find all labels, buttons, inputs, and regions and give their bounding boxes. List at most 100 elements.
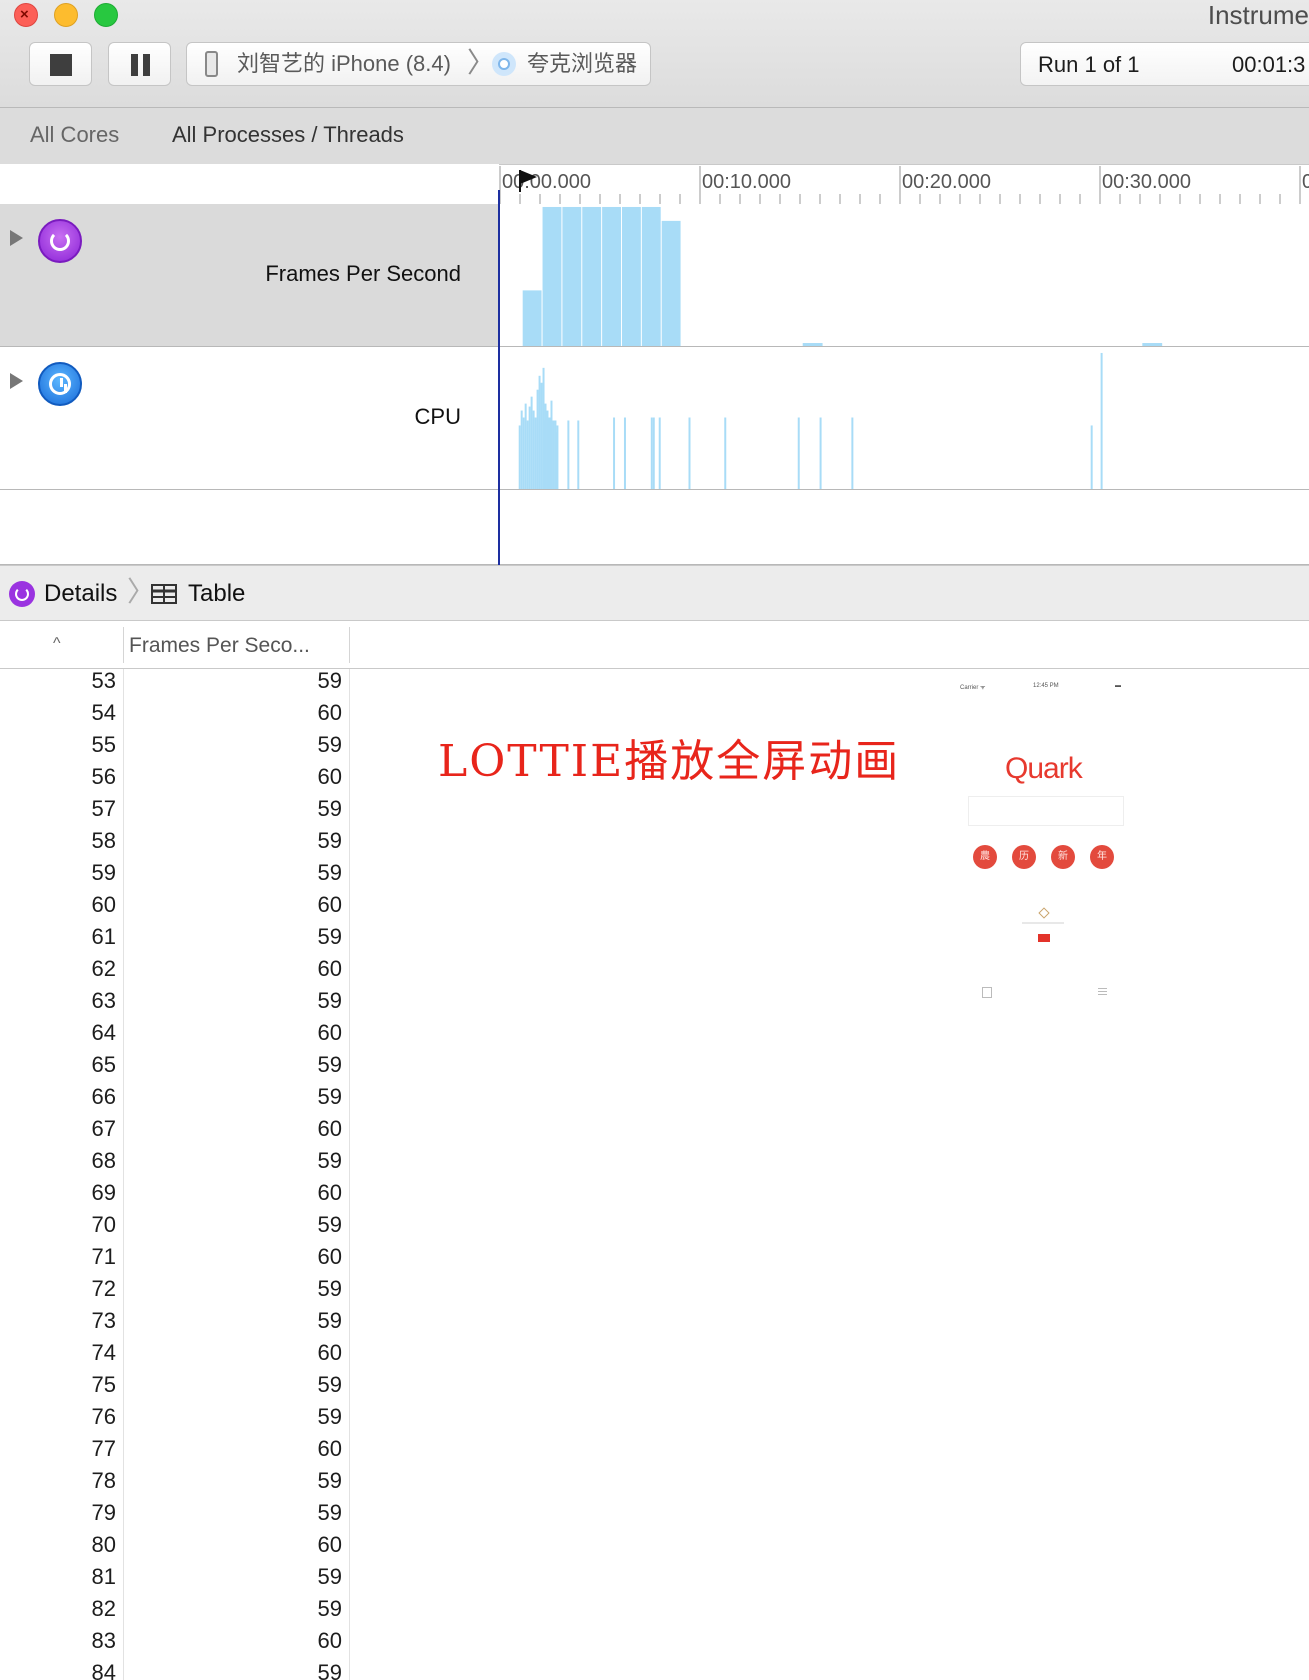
table-row[interactable]: 68 59 xyxy=(0,1149,349,1181)
row-index: 82 xyxy=(91,1596,116,1621)
cpu-sample xyxy=(534,417,537,489)
cpu-sample xyxy=(577,420,580,489)
table-view-selector[interactable]: Table xyxy=(188,579,245,609)
run-status-display[interactable]: Run 1 of 1 00:01:3 xyxy=(1020,42,1309,86)
table-row[interactable]: 79 59 xyxy=(0,1501,349,1533)
cpu-graph[interactable] xyxy=(499,347,1309,489)
table-row[interactable]: 64 60 xyxy=(0,1021,349,1053)
cpu-sample xyxy=(650,417,653,489)
table-row[interactable]: 65 59 xyxy=(0,1053,349,1085)
table-row[interactable]: 61 59 xyxy=(0,925,349,957)
fps-table[interactable]: 53 59 54 60 55 59 56 60 57 59 58 59 59 59 60 60 61 59 62 60… xyxy=(0,669,349,1680)
expand-track-icon[interactable] xyxy=(10,373,23,389)
table-icon xyxy=(151,584,177,604)
table-row[interactable]: 78 59 xyxy=(0,1469,349,1501)
zoom-window-button[interactable] xyxy=(94,3,118,27)
table-row[interactable]: 56 60 xyxy=(0,765,349,797)
table-row[interactable]: 53 59 xyxy=(0,669,349,701)
table-row[interactable]: 83 60 xyxy=(0,1629,349,1661)
target-device-selector[interactable]: 刘智艺的 iPhone (8.4) 〉 夸克浏览器 xyxy=(186,42,651,86)
table-row[interactable]: 60 60 xyxy=(0,893,349,925)
fps-bar xyxy=(802,343,823,346)
table-row[interactable]: 63 59 xyxy=(0,989,349,1021)
table-row[interactable]: 76 59 xyxy=(0,1405,349,1437)
table-row[interactable]: 69 60 xyxy=(0,1181,349,1213)
phone-button: 历 xyxy=(1012,845,1036,869)
minimize-window-button[interactable] xyxy=(54,3,78,27)
fps-track-header[interactable]: Frames Per Second xyxy=(0,204,499,346)
cpu-sample xyxy=(797,417,800,489)
table-row[interactable]: 82 59 xyxy=(0,1597,349,1629)
annotation-text: LOTTIE播放全屏动画 xyxy=(438,736,901,787)
sort-ascending-icon[interactable]: ^ xyxy=(53,635,61,653)
timeline-ruler[interactable]: 00:00.000 00:10.000 00:20.000 00:30.000 … xyxy=(499,164,1309,204)
table-row[interactable]: 55 59 xyxy=(0,733,349,765)
fps-bar xyxy=(542,206,562,346)
row-fps-value: 60 xyxy=(317,1436,342,1461)
row-fps-value: 60 xyxy=(317,1244,342,1269)
table-row[interactable]: 77 60 xyxy=(0,1437,349,1469)
fps-track[interactable]: Frames Per Second xyxy=(0,204,1309,347)
cpu-sample xyxy=(524,403,527,489)
table-row[interactable]: 54 60 xyxy=(0,701,349,733)
cpu-sample xyxy=(548,417,551,489)
cpu-sample xyxy=(538,375,541,489)
table-row[interactable]: 59 59 xyxy=(0,861,349,893)
stop-recording-button[interactable] xyxy=(29,42,92,86)
table-row[interactable]: 62 60 xyxy=(0,957,349,989)
fps-column-header[interactable]: Frames Per Seco... xyxy=(129,633,310,659)
table-row[interactable]: 75 59 xyxy=(0,1373,349,1405)
stop-icon xyxy=(50,54,72,76)
row-fps-value: 59 xyxy=(317,1052,342,1077)
table-row[interactable]: 73 59 xyxy=(0,1309,349,1341)
row-index: 53 xyxy=(91,669,116,693)
cpu-track[interactable]: CPU xyxy=(0,347,1309,490)
table-row[interactable]: 81 59 xyxy=(0,1565,349,1597)
pause-icon xyxy=(131,54,138,76)
row-index: 65 xyxy=(91,1052,116,1077)
row-fps-value: 59 xyxy=(317,732,342,757)
table-row[interactable]: 57 59 xyxy=(0,797,349,829)
row-index: 79 xyxy=(91,1500,116,1525)
row-fps-value: 60 xyxy=(317,1628,342,1653)
row-fps-value: 59 xyxy=(317,1308,342,1333)
table-row[interactable]: 84 59 xyxy=(0,1661,349,1680)
table-row[interactable]: 67 60 xyxy=(0,1117,349,1149)
table-row[interactable]: 71 60 xyxy=(0,1245,349,1277)
fps-instrument-icon xyxy=(9,581,35,607)
row-index: 74 xyxy=(91,1340,116,1365)
row-index: 81 xyxy=(91,1564,116,1589)
row-fps-value: 59 xyxy=(317,1564,342,1589)
table-row[interactable]: 70 59 xyxy=(0,1213,349,1245)
playhead-cursor[interactable] xyxy=(498,190,500,565)
cpu-track-header[interactable]: CPU xyxy=(0,347,499,489)
details-breadcrumb[interactable]: Details xyxy=(44,579,117,609)
row-fps-value: 60 xyxy=(317,956,342,981)
row-index: 57 xyxy=(91,796,116,821)
table-row[interactable]: 80 60 xyxy=(0,1533,349,1565)
cpu-sample xyxy=(528,406,531,489)
all-cores-strategy-button[interactable]: All Cores xyxy=(30,121,119,149)
table-row[interactable]: 58 59 xyxy=(0,829,349,861)
row-index: 78 xyxy=(91,1468,116,1493)
fps-track-label: Frames Per Second xyxy=(265,261,461,286)
close-window-button[interactable]: × xyxy=(14,3,38,27)
row-index: 61 xyxy=(91,924,116,949)
row-fps-value: 60 xyxy=(317,1180,342,1205)
phone-ornament-icon xyxy=(1038,907,1050,919)
fps-graph[interactable] xyxy=(499,204,1309,346)
ruler-label: 0 xyxy=(1302,171,1309,193)
pause-recording-button[interactable] xyxy=(108,42,171,86)
cpu-sample xyxy=(851,417,854,489)
table-row[interactable]: 74 60 xyxy=(0,1341,349,1373)
row-fps-value: 59 xyxy=(317,1596,342,1621)
detail-navigation-bar: Details 〉 Table xyxy=(0,565,1309,621)
expand-track-icon[interactable] xyxy=(10,230,23,246)
row-index: 83 xyxy=(91,1628,116,1653)
empty-track-area[interactable] xyxy=(0,490,1309,565)
phone-red-envelope-icon xyxy=(1038,934,1050,942)
table-row[interactable]: 66 59 xyxy=(0,1085,349,1117)
table-row[interactable]: 72 59 xyxy=(0,1277,349,1309)
phone-screenshot: Carrier ᯤ 12:45 PM ▬ Quark 農 历 新 年 xyxy=(960,672,1130,1012)
all-processes-strategy-button[interactable]: All Processes / Threads xyxy=(172,121,404,149)
